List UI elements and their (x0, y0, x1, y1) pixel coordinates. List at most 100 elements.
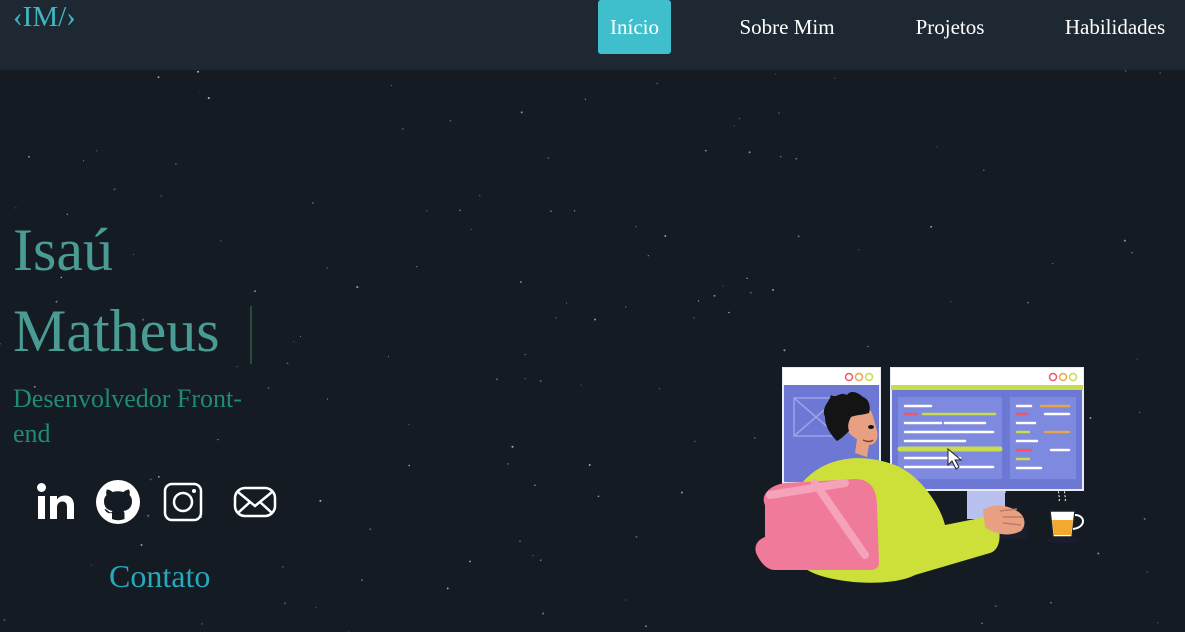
star-dot (680, 491, 683, 494)
star-dot (748, 151, 751, 154)
star-dot (658, 388, 660, 390)
star-dot (645, 625, 647, 628)
star-dot (539, 559, 542, 562)
star-dot (594, 318, 597, 321)
star-dot (311, 202, 314, 204)
star-dot (90, 564, 92, 566)
star-dot (635, 226, 637, 228)
star-dot (520, 111, 523, 114)
star-dot (446, 587, 449, 590)
logo[interactable]: ‹IM/› (13, 0, 76, 34)
star-dot (220, 240, 222, 242)
star-dot (520, 281, 522, 283)
star-dot (647, 255, 649, 257)
star-dot (664, 235, 667, 237)
typing-cursor (250, 306, 252, 364)
star-dot (284, 602, 286, 604)
star-dot (175, 163, 177, 165)
star-dot (1131, 251, 1133, 254)
star-dot (326, 398, 329, 400)
star-dot (356, 286, 359, 289)
nav-link-habilidades[interactable]: Habilidades (1053, 0, 1177, 54)
star-dot (713, 294, 716, 297)
star-dot (597, 495, 600, 498)
star-dot (147, 514, 150, 517)
star-dot (635, 535, 638, 538)
star-dot (470, 229, 472, 230)
star-dot (733, 125, 735, 127)
star-dot (408, 464, 411, 467)
star-dot (459, 209, 461, 211)
star-dot (391, 84, 393, 87)
star-dot (547, 157, 550, 159)
hero-first-name: Isaú (13, 217, 113, 283)
star-dot (858, 249, 860, 251)
star-dot (469, 560, 471, 563)
star-dot (779, 155, 782, 158)
star-dot (746, 277, 748, 279)
star-dot (1051, 262, 1054, 265)
star-dot (749, 291, 752, 294)
linkedin-icon[interactable] (33, 478, 81, 526)
star-dot (519, 540, 521, 542)
github-icon[interactable] (94, 478, 142, 526)
star-dot (950, 301, 952, 303)
star-dot (27, 155, 30, 158)
star-dot (983, 169, 985, 172)
nav-link-inicio[interactable]: Início (598, 0, 671, 54)
star-dot (532, 554, 534, 557)
star-dot (539, 379, 542, 383)
star-dot (834, 77, 836, 79)
star-dot (867, 345, 869, 348)
nav-link-sobre-mim[interactable]: Sobre Mim (727, 0, 847, 54)
star-dot (416, 266, 418, 268)
star-dot (282, 566, 284, 568)
star-dot (511, 445, 514, 448)
star-dot (693, 317, 695, 319)
star-dot (326, 267, 328, 269)
star-dot (1125, 70, 1127, 72)
star-dot (15, 207, 17, 209)
star-dot (697, 300, 700, 302)
star-dot (449, 119, 452, 122)
star-dot (157, 76, 160, 79)
contact-button[interactable]: Contato (109, 556, 210, 596)
star-dot (795, 157, 798, 160)
star-dot (936, 146, 938, 148)
star-dot (1157, 622, 1159, 624)
star-dot (722, 285, 724, 287)
star-dot (584, 98, 587, 100)
star-dot (207, 97, 210, 100)
developer-illustration (755, 367, 1084, 583)
star-dot (728, 311, 730, 314)
star-dot (479, 194, 481, 197)
star-dot (1159, 72, 1161, 74)
hero-last-name: Matheus (13, 298, 220, 364)
star-dot (197, 70, 200, 73)
star-dot (524, 354, 526, 356)
star-dot (369, 528, 371, 530)
nav-link-projetos[interactable]: Projetos (903, 0, 997, 54)
star-dot (113, 188, 116, 191)
star-dot (408, 423, 410, 425)
star-dot (199, 90, 201, 92)
star-dot (783, 349, 786, 352)
star-dot (549, 210, 552, 213)
star-dot (625, 306, 627, 308)
star-dot (542, 612, 545, 615)
star-dot (140, 544, 143, 546)
instagram-icon[interactable] (159, 478, 207, 526)
star-dot (3, 619, 6, 621)
star-dot (588, 464, 591, 466)
star-dot (286, 362, 289, 365)
star-dot (387, 356, 390, 358)
star-dot (580, 384, 582, 386)
star-dot (704, 149, 707, 152)
email-icon[interactable] (231, 478, 279, 526)
star-dot (96, 150, 98, 152)
star-dot (132, 253, 135, 255)
star-dot (495, 378, 498, 381)
star-dot (401, 127, 404, 130)
star-dot (361, 579, 363, 581)
star-dot (293, 340, 295, 342)
